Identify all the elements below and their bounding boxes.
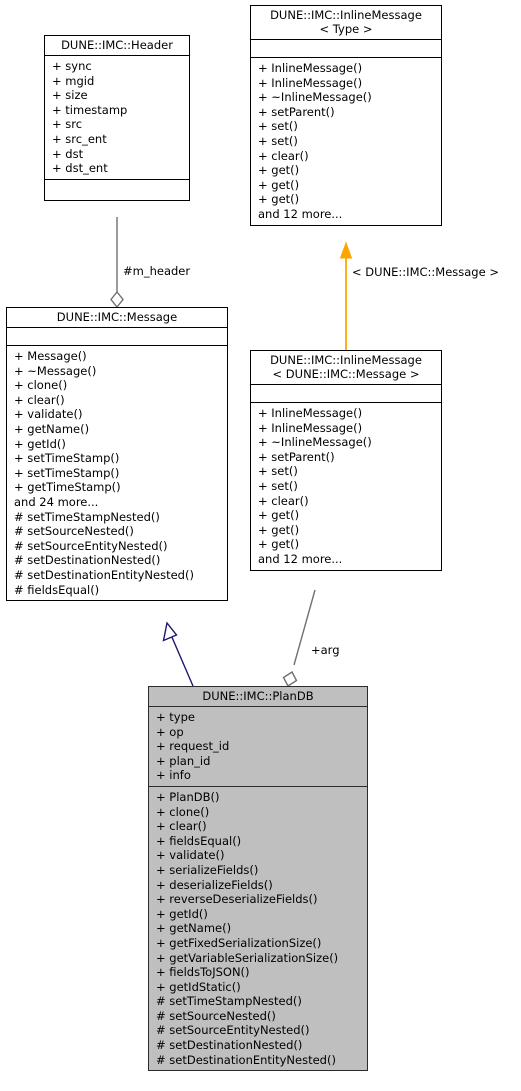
class-operations-inline-message-type: + InlineMessage() + InlineMessage() + ~I… bbox=[251, 58, 441, 225]
class-member: + mgid bbox=[52, 73, 95, 88]
class-attributes-message bbox=[7, 328, 227, 346]
class-member: and 12 more... bbox=[258, 551, 343, 566]
class-member: + fieldsToJSON() bbox=[156, 965, 250, 980]
class-member: + clear() bbox=[156, 819, 207, 834]
class-attributes-plandb: + type + op + request_id + plan_id + inf… bbox=[149, 707, 367, 787]
class-member: + fieldsEqual() bbox=[156, 833, 242, 848]
class-member: # setDestinationNested() bbox=[156, 1038, 303, 1053]
edge-label-m-header: #m_header bbox=[123, 264, 191, 278]
class-diagram-canvas: DUNE::IMC::Header + sync + mgid + size +… bbox=[0, 0, 521, 1091]
class-member: + sync bbox=[52, 59, 92, 73]
class-member: # setSourceEntityNested() bbox=[14, 538, 168, 553]
class-operations-plandb: + PlanDB() + clone() + clear() + fieldsE… bbox=[149, 787, 367, 1070]
class-member: # fieldsEqual() bbox=[14, 582, 100, 597]
edge-inline-to-plandb bbox=[282, 589, 316, 688]
class-member: + getFixedSerializationSize() bbox=[156, 935, 322, 950]
class-title-header: DUNE::IMC::Header bbox=[45, 36, 189, 56]
class-member: # setSourceNested() bbox=[14, 524, 134, 539]
class-member: and 24 more... bbox=[14, 494, 99, 509]
class-member: + setTimeStamp() bbox=[14, 451, 120, 466]
class-member: + get() bbox=[258, 522, 300, 537]
class-member: + plan_id bbox=[156, 753, 211, 768]
class-member: + get() bbox=[258, 192, 300, 207]
class-member: + getIdStatic() bbox=[156, 979, 241, 994]
class-title-inline-message-message: DUNE::IMC::InlineMessage < DUNE::IMC::Me… bbox=[251, 351, 441, 385]
class-member: + ~InlineMessage() bbox=[258, 90, 372, 105]
class-member: + setParent() bbox=[258, 104, 335, 119]
class-member: + setTimeStamp() bbox=[14, 465, 120, 480]
class-title-inline-message-type: DUNE::IMC::InlineMessage < Type > bbox=[251, 6, 441, 40]
class-member: + InlineMessage() bbox=[258, 75, 363, 90]
class-member: + set() bbox=[258, 464, 298, 479]
class-title-plandb: DUNE::IMC::PlanDB bbox=[149, 687, 367, 707]
class-member: + ~Message() bbox=[14, 363, 97, 378]
class-member: + set() bbox=[258, 119, 298, 134]
class-box-message[interactable]: DUNE::IMC::Message + Message() + ~Messag… bbox=[6, 307, 228, 602]
class-member: + validate() bbox=[156, 848, 225, 863]
class-member: + info bbox=[156, 768, 191, 783]
edge-label-arg: +arg bbox=[311, 643, 340, 657]
edge-message-to-plandb bbox=[162, 621, 194, 687]
class-attributes-inline-message-type bbox=[251, 40, 441, 58]
class-member: + PlanDB() bbox=[156, 789, 220, 804]
class-member: # setDestinationEntityNested() bbox=[156, 1052, 336, 1067]
edge-header-to-message bbox=[110, 217, 124, 309]
class-box-inline-message-type[interactable]: DUNE::IMC::InlineMessage < Type > + Inli… bbox=[250, 5, 442, 226]
class-operations-header bbox=[45, 180, 189, 200]
class-member: # setTimeStampNested() bbox=[156, 994, 302, 1009]
class-member: + get() bbox=[258, 508, 300, 523]
class-member: + clone() bbox=[156, 804, 210, 819]
class-member: + getTimeStamp() bbox=[14, 480, 121, 495]
class-member: + getId() bbox=[14, 436, 66, 451]
class-member: + get() bbox=[258, 163, 300, 178]
class-member: + timestamp bbox=[52, 102, 128, 117]
class-operations-message: + Message() + ~Message() + clone() + cle… bbox=[7, 346, 227, 600]
class-member: + dst bbox=[52, 146, 84, 161]
class-title-message: DUNE::IMC::Message bbox=[7, 308, 227, 328]
class-member: + reverseDeserializeFields() bbox=[156, 892, 318, 907]
class-member: + op bbox=[156, 724, 184, 739]
class-member: + set() bbox=[258, 478, 298, 493]
class-member: # setDestinationNested() bbox=[14, 553, 161, 568]
class-member: # setSourceEntityNested() bbox=[156, 1023, 310, 1038]
class-operations-inline-message-message: + InlineMessage() + InlineMessage() + ~I… bbox=[251, 403, 441, 570]
class-attributes-header: + sync + mgid + size + timestamp + src +… bbox=[45, 56, 189, 180]
class-member: # setTimeStampNested() bbox=[14, 509, 160, 524]
class-member: + src bbox=[52, 117, 83, 132]
class-member: + clear() bbox=[258, 493, 309, 508]
class-box-header[interactable]: DUNE::IMC::Header + sync + mgid + size +… bbox=[44, 35, 190, 201]
class-attributes-inline-message-message bbox=[251, 385, 441, 403]
class-member: and 12 more... bbox=[258, 206, 343, 221]
class-box-inline-message-message[interactable]: DUNE::IMC::InlineMessage < DUNE::IMC::Me… bbox=[250, 350, 442, 571]
class-member: + deserializeFields() bbox=[156, 877, 273, 892]
class-member: + set() bbox=[258, 133, 298, 148]
class-member: + serializeFields() bbox=[156, 862, 259, 877]
edge-label-template-binding: < DUNE::IMC::Message > bbox=[352, 265, 499, 279]
class-member: + get() bbox=[258, 537, 300, 552]
class-member: + getId() bbox=[156, 906, 208, 921]
class-member: + getVariableSerializationSize() bbox=[156, 950, 339, 965]
class-member: + getName() bbox=[14, 421, 90, 436]
class-member: + InlineMessage() bbox=[258, 406, 363, 420]
class-member: + InlineMessage() bbox=[258, 61, 363, 75]
class-member: + dst_ent bbox=[52, 161, 108, 176]
class-member: + ~InlineMessage() bbox=[258, 435, 372, 450]
class-member: + request_id bbox=[156, 739, 230, 754]
class-member: # setDestinationEntityNested() bbox=[14, 567, 194, 582]
class-member: + type bbox=[156, 710, 195, 724]
class-member: + validate() bbox=[14, 407, 83, 422]
edge-template-instantiation bbox=[339, 241, 353, 350]
class-member: + src_ent bbox=[52, 131, 107, 146]
class-member: + clone() bbox=[14, 378, 68, 393]
class-member: + getName() bbox=[156, 921, 232, 936]
class-member: + get() bbox=[258, 177, 300, 192]
class-member: + InlineMessage() bbox=[258, 420, 363, 435]
class-box-plandb[interactable]: DUNE::IMC::PlanDB + type + op + request_… bbox=[148, 686, 368, 1072]
class-member: # setSourceNested() bbox=[156, 1008, 276, 1023]
class-member: + Message() bbox=[14, 349, 87, 363]
class-member: + setParent() bbox=[258, 449, 335, 464]
class-member: + clear() bbox=[14, 392, 65, 407]
class-member: + clear() bbox=[258, 148, 309, 163]
class-member: + size bbox=[52, 88, 88, 103]
